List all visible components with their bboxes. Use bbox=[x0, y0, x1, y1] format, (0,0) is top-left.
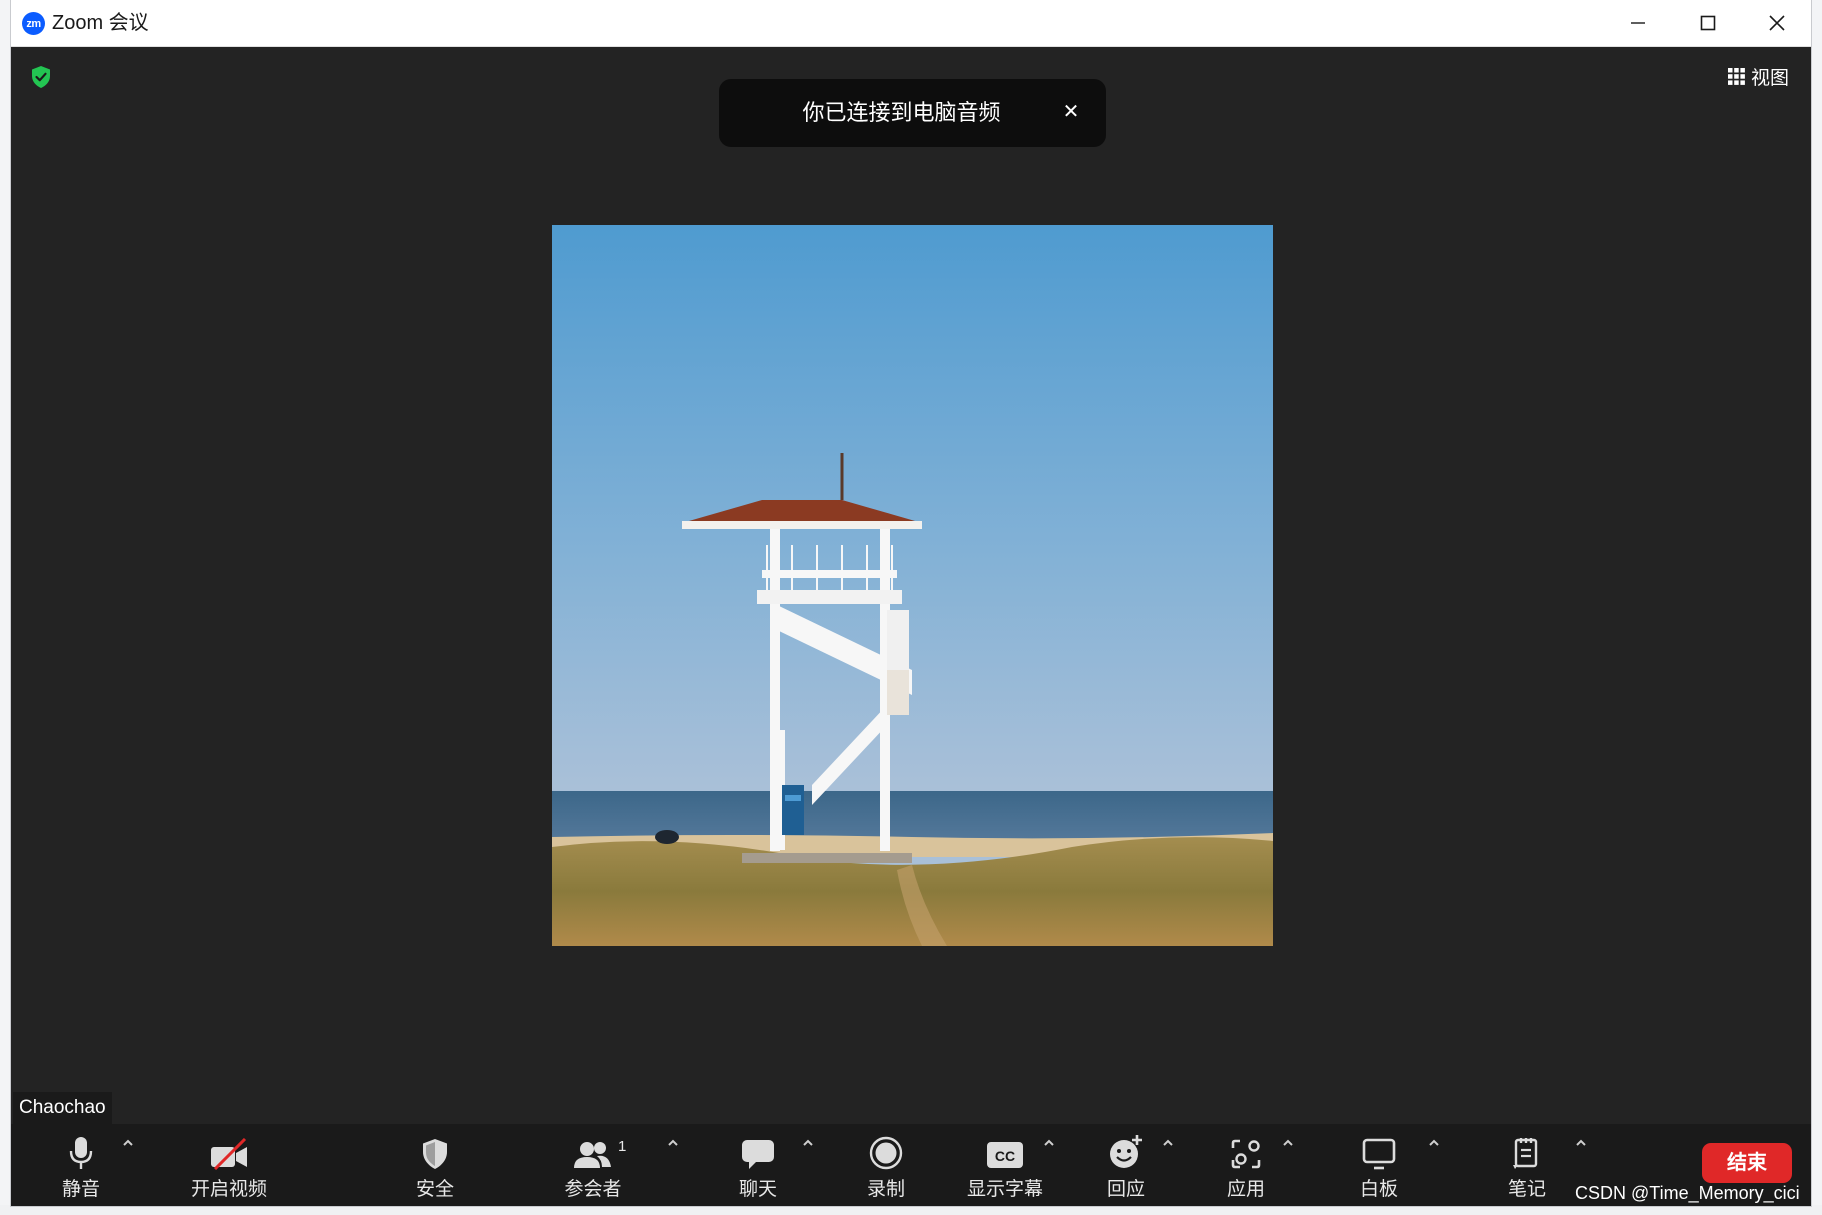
chat-button[interactable]: 聊天 bbox=[723, 1124, 793, 1206]
grid-view-icon bbox=[1727, 68, 1745, 85]
minimize-button[interactable] bbox=[1603, 0, 1673, 46]
maximize-button[interactable] bbox=[1673, 0, 1743, 46]
captions-button[interactable]: CC 显示字幕 bbox=[955, 1124, 1055, 1206]
caret-up-icon[interactable] bbox=[1281, 1136, 1295, 1150]
view-button[interactable]: 视图 bbox=[1727, 63, 1789, 90]
mute-label: 静音 bbox=[61, 1179, 100, 1200]
security-shield-icon[interactable] bbox=[30, 65, 52, 94]
shield-icon bbox=[423, 1139, 447, 1169]
toast-close-button[interactable]: ✕ bbox=[1060, 101, 1082, 123]
participant-video bbox=[552, 225, 1273, 946]
record-icon bbox=[869, 1136, 903, 1170]
svg-text:CC: CC bbox=[995, 1148, 1015, 1164]
notes-label: 笔记 bbox=[1507, 1179, 1546, 1200]
security-label: 安全 bbox=[415, 1179, 454, 1200]
notes-button[interactable]: 笔记 bbox=[1492, 1124, 1562, 1206]
background-desktop-bottom bbox=[0, 1205, 1822, 1215]
maximize-icon bbox=[1700, 15, 1716, 31]
whiteboard-label: 白板 bbox=[1359, 1179, 1398, 1200]
meeting-stage: 视图 你已连接到电脑音频 ✕ Chaochao bbox=[11, 47, 1811, 1124]
apps-label: 应用 bbox=[1226, 1179, 1265, 1200]
zoom-meeting-window: zm Zoom 会议 视图 你已连接到电脑音频 ✕ Chaochao 静音 开启… bbox=[11, 0, 1811, 1206]
close-window-button[interactable] bbox=[1742, 0, 1812, 46]
zoom-logo-icon: zm bbox=[22, 12, 45, 35]
microphone-icon bbox=[69, 1137, 93, 1169]
window-title: Zoom 会议 bbox=[52, 12, 149, 34]
title-bar: zm Zoom 会议 bbox=[11, 0, 1811, 47]
participants-label: 参会者 bbox=[564, 1179, 622, 1200]
participants-icon bbox=[574, 1142, 611, 1168]
caret-up-icon[interactable] bbox=[1042, 1136, 1056, 1150]
participants-button[interactable]: 参会者 bbox=[557, 1124, 629, 1206]
caret-up-icon[interactable] bbox=[1161, 1136, 1175, 1150]
video-off-icon bbox=[211, 1138, 247, 1170]
apps-button[interactable]: 应用 bbox=[1211, 1124, 1281, 1206]
reactions-button[interactable]: 回应 bbox=[1091, 1124, 1161, 1206]
caret-up-icon[interactable] bbox=[1574, 1136, 1588, 1150]
chat-label: 聊天 bbox=[738, 1179, 777, 1200]
reactions-label: 回应 bbox=[1106, 1179, 1145, 1200]
whiteboard-button[interactable]: 白板 bbox=[1344, 1124, 1414, 1206]
toast-message: 你已连接到电脑音频 bbox=[802, 100, 1001, 125]
captions-icon: CC bbox=[987, 1142, 1023, 1168]
apps-icon bbox=[1231, 1139, 1261, 1169]
participants-count: 1 bbox=[618, 1138, 627, 1155]
caret-up-icon[interactable] bbox=[801, 1136, 815, 1150]
security-button[interactable]: 安全 bbox=[400, 1124, 470, 1206]
mute-button[interactable]: 静音 bbox=[48, 1124, 114, 1206]
background-desktop-right bbox=[1812, 0, 1822, 1215]
view-label: 视图 bbox=[1750, 68, 1789, 89]
start-video-button[interactable]: 开启视频 bbox=[179, 1124, 279, 1206]
close-icon bbox=[1769, 15, 1785, 31]
reactions-icon bbox=[1110, 1135, 1142, 1168]
notes-icon bbox=[1513, 1138, 1538, 1169]
csdn-watermark: CSDN @Time_Memory_cici bbox=[1575, 1183, 1800, 1203]
participant-name-tag: Chaochao bbox=[13, 1092, 112, 1124]
whiteboard-icon bbox=[1362, 1138, 1396, 1170]
chat-icon bbox=[742, 1140, 774, 1169]
record-label: 录制 bbox=[866, 1179, 905, 1200]
end-meeting-button[interactable]: 结束 bbox=[1702, 1143, 1792, 1183]
caret-up-icon[interactable] bbox=[1427, 1136, 1441, 1150]
record-button[interactable]: 录制 bbox=[851, 1124, 921, 1206]
captions-label: 显示字幕 bbox=[966, 1179, 1043, 1200]
caret-up-icon[interactable] bbox=[121, 1136, 135, 1150]
minimize-icon bbox=[1631, 22, 1645, 24]
start-video-label: 开启视频 bbox=[190, 1179, 267, 1200]
caret-up-icon[interactable] bbox=[666, 1136, 680, 1150]
audio-connected-toast: 你已连接到电脑音频 ✕ bbox=[719, 79, 1106, 147]
meeting-toolbar: 静音 开启视频 安全 参会者 1 聊天 录制 CC 显示字幕 回应 应用 白板 … bbox=[11, 1124, 1811, 1206]
